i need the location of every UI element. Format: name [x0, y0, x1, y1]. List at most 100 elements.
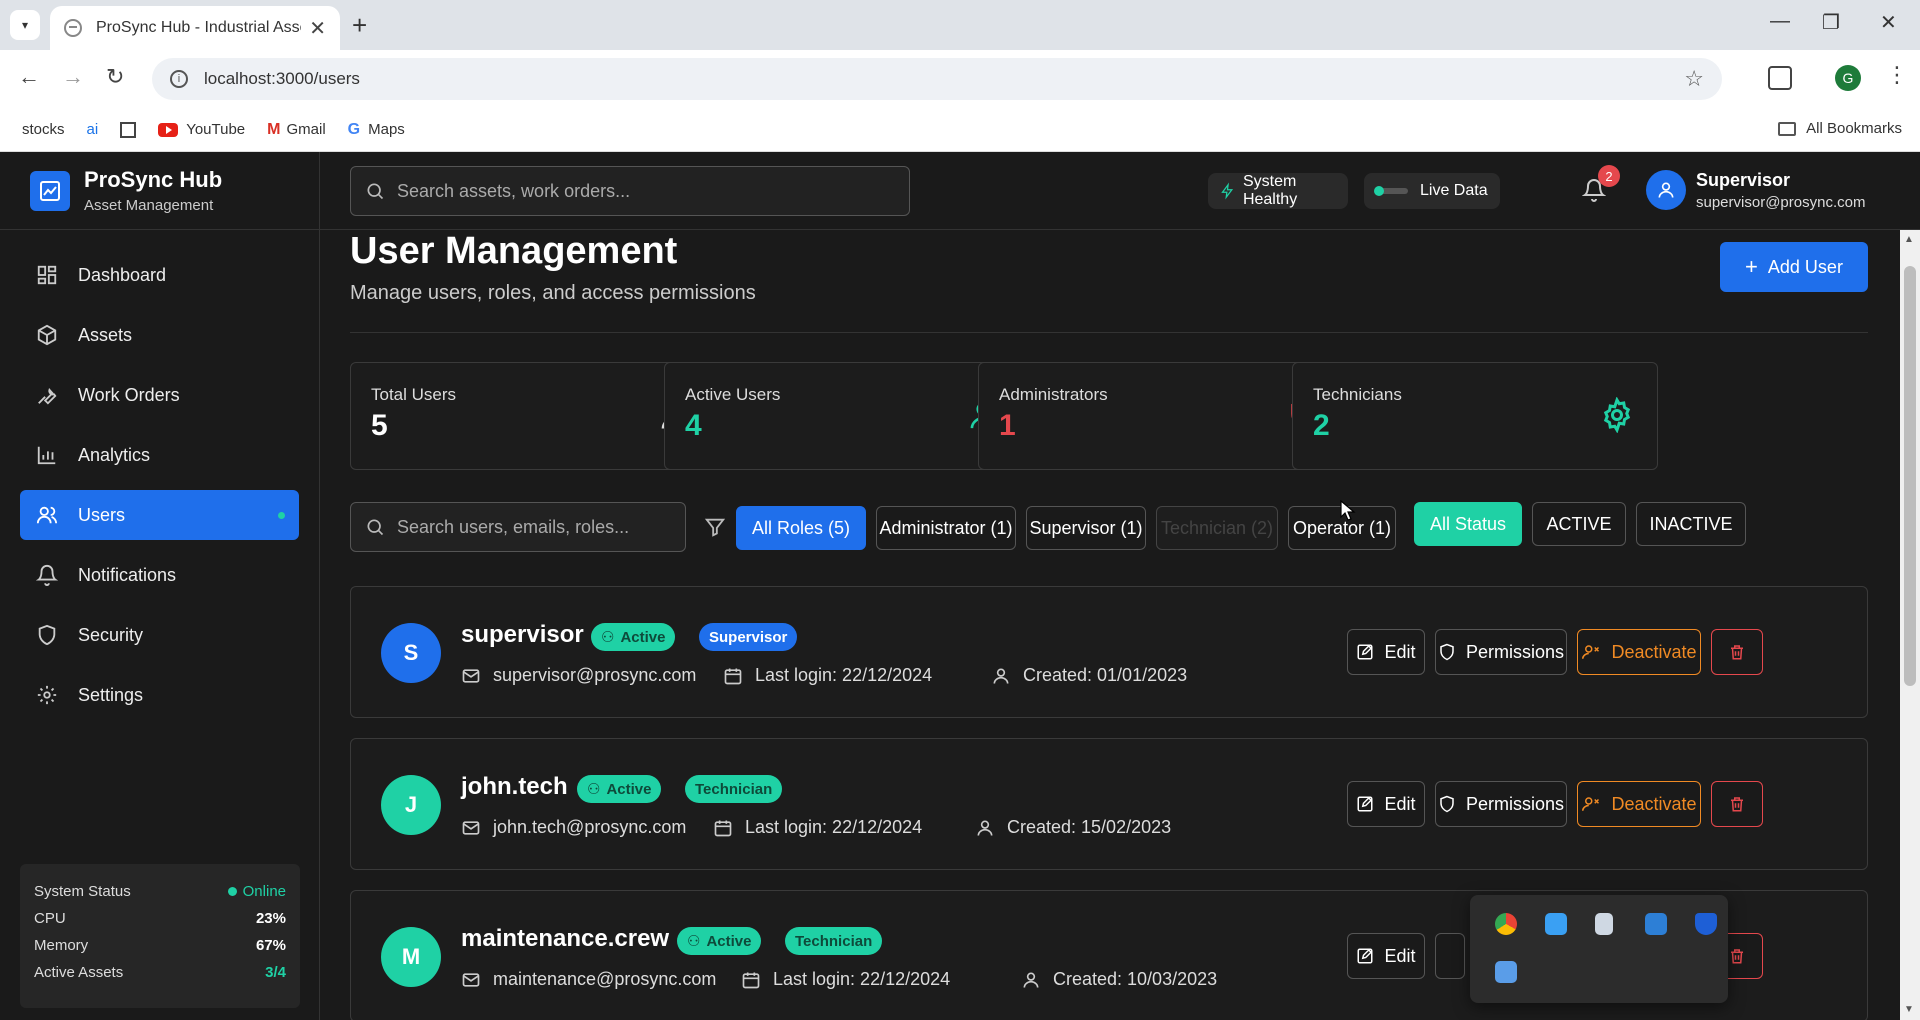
stat-label: Total Users [371, 385, 457, 404]
google-icon: G [347, 120, 361, 138]
sidebar-item-users[interactable]: Users [20, 490, 299, 540]
filter-active[interactable]: ACTIVE [1532, 502, 1626, 546]
live-data-switch [1374, 186, 1408, 196]
extensions-icon[interactable] [1768, 66, 1792, 90]
sidebar-item-notifications[interactable]: Notifications [20, 550, 299, 600]
sidebar-item-security[interactable]: Security [20, 610, 299, 660]
stat-card-technicians: Technicians 2 [1292, 362, 1658, 470]
forward-icon[interactable]: → [62, 64, 84, 90]
scroll-down-icon[interactable]: ▼ [1904, 1004, 1914, 1015]
onedrive-tray-icon[interactable] [1545, 913, 1567, 935]
live-data-toggle[interactable]: Live Data [1364, 173, 1500, 209]
user-avatar[interactable] [1646, 170, 1686, 210]
chart-logo-icon [30, 170, 70, 211]
reload-icon[interactable]: ↻ [106, 64, 124, 90]
page-scrollbar[interactable]: ▲ ▼ [1900, 230, 1920, 1020]
deactivate-button[interactable]: Deactivate [1577, 781, 1701, 827]
gmail-icon: M [267, 120, 281, 138]
tray-overflow-popup [1470, 895, 1728, 1003]
profile-avatar[interactable]: G [1835, 65, 1861, 91]
edit-button[interactable]: Edit [1347, 781, 1425, 827]
tab-search-button[interactable]: ▾ [10, 10, 40, 40]
minimize-button[interactable]: — [1770, 10, 1790, 33]
close-tab-icon[interactable]: ✕ [309, 16, 326, 41]
bookmark-stocks[interactable]: stocks [22, 121, 65, 138]
add-user-button[interactable]: + Add User [1720, 242, 1868, 292]
status-label: Active [606, 780, 652, 798]
remote-desktop-tray-icon[interactable] [1645, 913, 1667, 935]
brand[interactable]: ProSync Hub Asset Management [0, 152, 319, 230]
sidebar-item-settings[interactable]: Settings [20, 670, 299, 720]
delete-button[interactable] [1711, 781, 1763, 827]
sidebar-nav: Dashboard Assets Work Orders Analytics U… [0, 230, 319, 720]
address-bar[interactable]: i localhost:3000/users ☆ [152, 58, 1722, 100]
online-status: Online [228, 883, 286, 900]
sidebar-item-label: Work Orders [78, 384, 180, 405]
youtube-icon [158, 122, 179, 137]
delete-button[interactable] [1711, 629, 1763, 675]
filter-supervisor[interactable]: Supervisor (1) [1026, 506, 1146, 550]
notification-badge: 2 [1598, 165, 1620, 187]
system-health-indicator[interactable]: System Healthy [1208, 173, 1348, 209]
permissions-button[interactable]: Permissions [1435, 781, 1567, 827]
status-label: Active [620, 628, 666, 646]
app-tray-icon[interactable] [1495, 961, 1517, 983]
bookmark-maps[interactable]: G Maps [348, 121, 405, 139]
permissions-button[interactable]: Permissions [1435, 629, 1567, 675]
maximize-button[interactable]: ❐ [1822, 10, 1840, 35]
url-text: localhost:3000/users [204, 69, 360, 88]
sidebar-item-label: Dashboard [78, 264, 167, 285]
global-search-input[interactable] [397, 180, 887, 202]
browser-tab[interactable]: ProSync Hub - Industrial Asset Managemen… [50, 6, 340, 50]
filter-technician[interactable]: Technician (2) [1156, 506, 1278, 550]
scroll-thumb[interactable] [1904, 266, 1916, 686]
user-name[interactable]: Supervisor [1696, 170, 1790, 191]
users-icon [36, 504, 58, 526]
edit-label: Edit [1384, 945, 1416, 966]
filter-icon[interactable] [704, 516, 726, 538]
site-info-icon[interactable]: i [170, 70, 188, 88]
edit-icon [1357, 948, 1373, 964]
bookmark-apps[interactable] [120, 121, 137, 138]
bar-chart-icon [36, 444, 58, 466]
filter-administrator[interactable]: Administrator (1) [876, 506, 1016, 550]
system-status-title: System Status [34, 883, 131, 900]
deactivate-button[interactable]: Deactivate [1577, 629, 1701, 675]
bookmark-ai[interactable]: ai [87, 121, 99, 138]
scroll-up-icon[interactable]: ▲ [1904, 234, 1914, 245]
edit-button[interactable]: Edit [1347, 933, 1425, 979]
sidebar-item-dashboard[interactable]: Dashboard [20, 250, 299, 300]
user-card: S supervisor ⚇ Active Supervisor supervis… [350, 586, 1868, 718]
browser-toolbar: ← → ↻ i localhost:3000/users ☆ G ⋮ [0, 50, 1920, 108]
permissions-button[interactable] [1435, 933, 1465, 979]
bookmark-youtube[interactable]: YouTube [158, 121, 245, 138]
edit-button[interactable]: Edit [1347, 629, 1425, 675]
security-shield-tray-icon[interactable] [1695, 913, 1717, 935]
filter-all-status[interactable]: All Status [1414, 502, 1522, 546]
user-icon [993, 668, 1009, 684]
user-x-icon [1582, 797, 1600, 811]
role-badge: Technician [685, 775, 783, 803]
user-search-input[interactable] [397, 516, 685, 538]
usb-tray-icon[interactable] [1595, 913, 1613, 935]
created-text: Created: 10/03/2023 [1053, 969, 1218, 989]
sidebar-item-label: Assets [78, 324, 133, 345]
sidebar-item-assets[interactable]: Assets [20, 310, 299, 360]
filter-inactive[interactable]: INACTIVE [1636, 502, 1746, 546]
chrome-tray-icon[interactable] [1495, 913, 1517, 935]
all-bookmarks-button[interactable]: All Bookmarks [1778, 120, 1902, 137]
bookmark-gmail[interactable]: M Gmail [267, 121, 326, 139]
shield-icon [1440, 795, 1454, 813]
browser-menu-icon[interactable]: ⋮ [1886, 62, 1908, 88]
trash-icon [1731, 949, 1743, 964]
filter-all-roles[interactable]: All Roles (5) [736, 506, 866, 550]
sidebar-item-work-orders[interactable]: Work Orders [20, 370, 299, 420]
back-icon[interactable]: ← [18, 64, 40, 90]
sidebar-item-analytics[interactable]: Analytics [20, 430, 299, 480]
bell-icon [36, 564, 58, 586]
bookmark-star-icon[interactable]: ☆ [1684, 66, 1704, 92]
new-tab-button[interactable]: + [352, 10, 367, 41]
close-window-button[interactable]: ✕ [1880, 10, 1897, 35]
search-icon [367, 519, 384, 536]
email-text: john.tech@prosync.com [493, 817, 687, 837]
